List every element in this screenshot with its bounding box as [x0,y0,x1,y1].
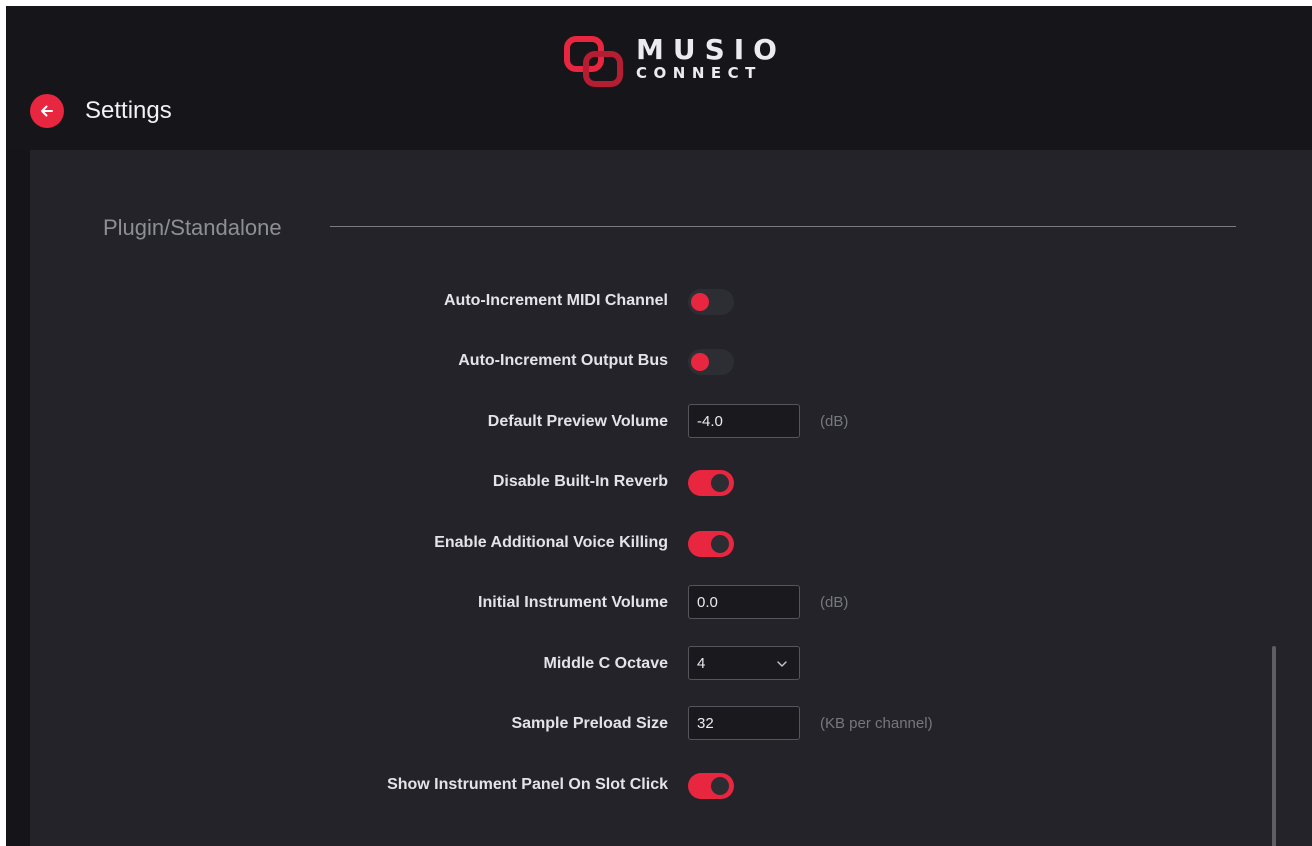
toggle-knob [691,293,709,311]
default-preview-volume-input[interactable] [688,404,800,438]
toggle-knob [711,474,729,492]
setting-label: Auto-Increment MIDI Channel [443,292,668,309]
select-value: 4 [697,655,706,672]
setting-row-enable-additional-voice-killing: Enable Additional Voice Killing [30,523,1312,563]
logo-text-connect: CONNECT [636,64,762,82]
chevron-down-icon [777,661,787,667]
back-button[interactable] [30,94,64,128]
unit-label: (dB) [820,413,849,430]
setting-label: Middle C Octave [543,655,668,672]
show-instrument-panel-on-slot-click-toggle[interactable] [688,773,734,799]
disable-built-in-reverb-toggle[interactable] [688,470,734,496]
setting-label: Default Preview Volume [487,413,668,430]
auto-increment-midi-channel-toggle[interactable] [688,289,734,315]
musio-connect-logo: MUSIO CONNECT [564,33,794,88]
setting-label: Enable Additional Voice Killing [434,534,668,551]
logo-text-musio: MUSIO [636,33,786,66]
setting-row-auto-increment-midi-channel: Auto-Increment MIDI Channel [30,281,1312,321]
enable-additional-voice-killing-toggle[interactable] [688,531,734,557]
toggle-knob [711,535,729,553]
middle-c-octave-select[interactable]: 4 [688,646,800,680]
setting-row-sample-preload-size: Sample Preload Size (KB per channel) [30,704,1312,744]
sample-preload-size-input[interactable] [688,706,800,740]
unit-label: (KB per channel) [820,715,933,732]
setting-label: Auto-Increment Output Bus [458,352,668,369]
section-divider [330,226,1236,227]
initial-instrument-volume-input[interactable] [688,585,800,619]
settings-window: MUSIO CONNECT Settings Plugin/Standalone… [6,6,1312,846]
toggle-knob [691,353,709,371]
setting-label: Initial Instrument Volume [478,594,668,611]
auto-increment-output-bus-toggle[interactable] [688,349,734,375]
section-title: Plugin/Standalone [103,215,282,240]
header: MUSIO CONNECT Settings [6,6,1312,150]
setting-label: Disable Built-In Reverb [492,473,668,490]
logo-mark-icon [564,36,623,87]
setting-row-show-instrument-panel-on-slot-click: Show Instrument Panel On Slot Click [30,765,1312,805]
page-title: Settings [85,97,172,124]
vertical-scrollbar[interactable] [1272,646,1276,846]
unit-label: (dB) [820,594,849,611]
toggle-knob [711,777,729,795]
setting-row-default-preview-volume: Default Preview Volume (dB) [30,402,1312,442]
setting-row-disable-built-in-reverb: Disable Built-In Reverb [30,462,1312,502]
setting-row-initial-instrument-volume: Initial Instrument Volume (dB) [30,583,1312,623]
setting-row-auto-increment-output-bus: Auto-Increment Output Bus [30,341,1312,381]
setting-row-middle-c-octave: Middle C Octave 4 [30,644,1312,684]
setting-label: Show Instrument Panel On Slot Click [387,776,668,793]
settings-panel: Plugin/Standalone Auto-Increment MIDI Ch… [30,150,1312,846]
setting-label: Sample Preload Size [511,715,668,732]
arrow-left-icon [41,105,53,117]
